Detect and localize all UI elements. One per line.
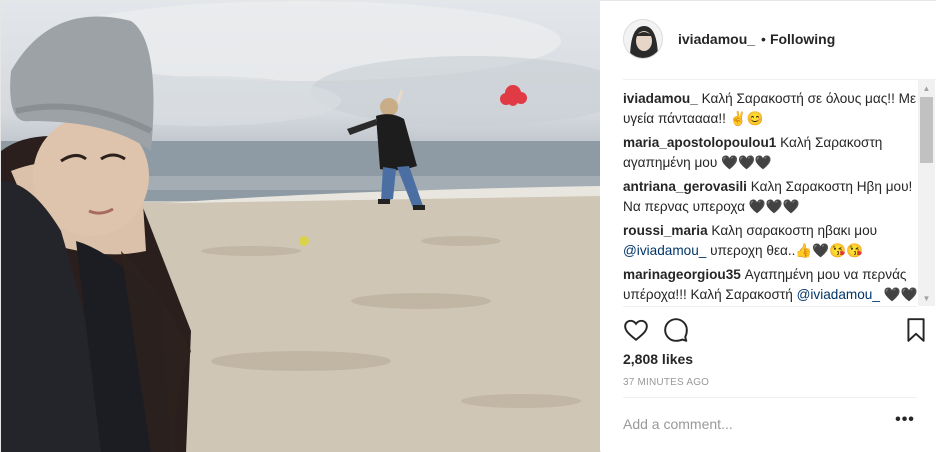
heart-icon[interactable] <box>623 317 649 343</box>
following-button[interactable]: Following <box>770 31 835 47</box>
comment-username[interactable]: marinageorgiou35 <box>623 267 741 282</box>
comment-text: Καλη σαρακοστη ηβακι μου <box>711 223 878 238</box>
header-separator: • <box>761 31 766 47</box>
comment-username[interactable]: maria_apostolopoulou1 <box>623 135 776 150</box>
scrollbar-thumb[interactable] <box>920 97 933 163</box>
comment-item: antriana_gerovasili Καλη Σαρακοστη Ηβη μ… <box>623 177 919 217</box>
post-timestamp[interactable]: 37 MINUTES AGO <box>623 377 709 388</box>
avatar[interactable] <box>623 19 663 59</box>
header-divider <box>623 79 936 80</box>
speech-bubble-icon[interactable] <box>663 317 689 343</box>
more-options-button[interactable]: ••• <box>893 412 917 433</box>
comment-username[interactable]: antriana_gerovasili <box>623 179 747 194</box>
comment-username[interactable]: roussi_maria <box>623 223 708 238</box>
comment-mention[interactable]: @iviadamou_ <box>797 287 880 302</box>
post-header: iviadamou_ • Following <box>623 17 835 61</box>
post-side-panel: iviadamou_ • Following iviadamou_ Καλή Σ… <box>601 1 936 452</box>
post-photo[interactable] <box>1 1 600 452</box>
comment-username[interactable]: iviadamou_ <box>623 91 698 106</box>
likes-count[interactable]: 2,808 likes <box>623 351 693 367</box>
comment-item: maria_apostolopoulou1 Καλή Σαρακοστη αγα… <box>623 133 919 173</box>
post-author-username[interactable]: iviadamou_ <box>678 31 755 47</box>
post-container: iviadamou_ • Following iviadamou_ Καλή Σ… <box>0 0 936 452</box>
comment-item: iviadamou_ Καλή Σαρακοστή σε όλους μας!!… <box>623 89 919 129</box>
bookmark-icon[interactable] <box>903 317 929 343</box>
comment-item: roussi_maria Καλη σαρακοστη ηβακι μου @i… <box>623 221 919 261</box>
avatar-photo <box>624 20 662 58</box>
beach-scene-image <box>1 1 600 452</box>
scroll-down-arrow-icon[interactable]: ▼ <box>918 290 935 306</box>
comment-box-divider <box>623 397 917 398</box>
comment-item: marinageorgiou35 Αγαπημένη μου να περνάς… <box>623 265 919 305</box>
scroll-up-arrow-icon[interactable]: ▲ <box>918 80 935 96</box>
comments-list: iviadamou_ Καλή Σαρακοστή σε όλους μας!!… <box>623 89 919 305</box>
actions-divider <box>623 306 917 307</box>
comment-text-continued: υπεροχη θεα..👍🖤😘😘 <box>710 243 864 258</box>
add-comment-input[interactable] <box>623 411 883 437</box>
comment-mention[interactable]: @iviadamou_ <box>623 243 706 258</box>
comments-scrollbar[interactable]: ▲ ▼ <box>918 80 935 306</box>
post-actions <box>623 317 925 345</box>
